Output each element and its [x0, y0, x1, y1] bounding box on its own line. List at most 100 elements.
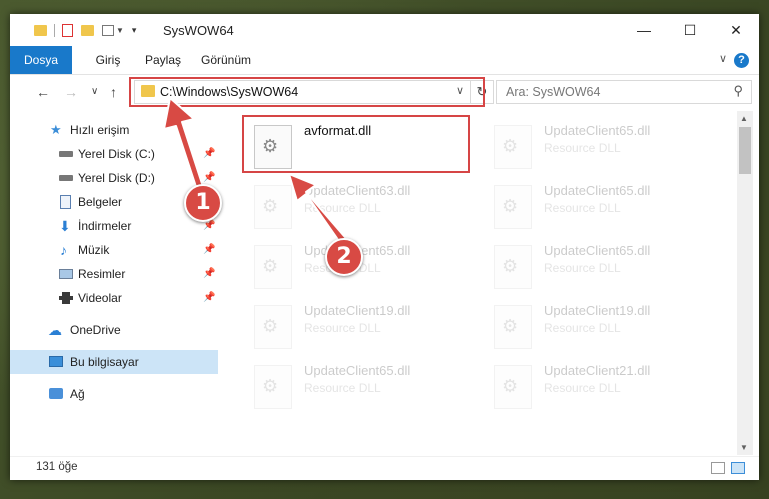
- file-item[interactable]: UpdateClient19.dll Resource DLL: [242, 297, 472, 357]
- file-item[interactable]: UpdateClient65.dll Resource DLL: [482, 237, 712, 297]
- tab-home[interactable]: Giriş: [90, 50, 126, 70]
- dll-file-icon: [494, 185, 532, 229]
- back-button[interactable]: ←: [36, 84, 50, 100]
- file-item[interactable]: UpdateClient65.dll Resource DLL: [482, 177, 712, 237]
- sidebar-item-label: Videolar: [78, 291, 122, 305]
- scrollbar-thumb[interactable]: [739, 127, 751, 174]
- pin-icon[interactable]: 📌: [203, 286, 215, 310]
- sidebar-item-music[interactable]: ♪ Müzik 📌: [10, 238, 218, 262]
- sidebar-item-onedrive[interactable]: ☁ OneDrive: [10, 318, 218, 342]
- large-icons-view-icon[interactable]: [731, 462, 745, 474]
- file-type: Resource DLL: [304, 201, 381, 215]
- sidebar-item-downloads[interactable]: ⬇ İndirmeler 📌: [10, 214, 218, 238]
- dll-file-icon: [254, 185, 292, 229]
- address-highlight-box: [129, 77, 485, 107]
- onedrive-icon: ☁: [48, 322, 62, 338]
- file-item[interactable]: UpdateClient63.dll Resource DLL: [242, 177, 472, 237]
- customize-qa-icon[interactable]: ▾: [132, 25, 137, 36]
- search-box[interactable]: Ara: SysWOW64 ⚲: [496, 80, 752, 104]
- sidebar-item-label: OneDrive: [70, 323, 121, 337]
- drive-icon: [59, 175, 73, 181]
- properties-icon[interactable]: [62, 23, 73, 37]
- scroll-up-arrow-icon[interactable]: ▲: [740, 114, 748, 123]
- pictures-icon: [59, 269, 73, 279]
- sidebar-item-label: Yerel Disk (C:): [78, 147, 155, 161]
- sidebar-item-pictures[interactable]: Resimler 📌: [10, 262, 218, 286]
- new-folder-icon[interactable]: [81, 24, 94, 36]
- recent-locations-button[interactable]: ∨: [91, 86, 98, 97]
- step-1-badge: 1: [184, 184, 222, 222]
- sidebar-item-quick-access[interactable]: ★ Hızlı erişim: [10, 118, 218, 142]
- sidebar-item-label: Hızlı erişim: [70, 123, 130, 137]
- file-type: Resource DLL: [544, 381, 621, 395]
- sidebar-item-local-disk-c[interactable]: Yerel Disk (C:) 📌: [10, 142, 218, 166]
- view-icon[interactable]: [102, 24, 114, 36]
- file-name: UpdateClient65.dll: [304, 363, 411, 378]
- vertical-scrollbar[interactable]: ▲ ▼: [737, 111, 753, 455]
- details-view-icon[interactable]: [711, 462, 725, 474]
- search-input[interactable]: Ara: SysWOW64: [506, 85, 600, 99]
- dll-file-icon: [494, 305, 532, 349]
- maximize-button[interactable]: ☐: [667, 14, 713, 46]
- sidebar-item-this-pc[interactable]: Bu bilgisayar: [10, 350, 218, 374]
- folder-icon: [34, 24, 47, 36]
- navigation-bar: ← → ∨ ↑ C:\Windows\SysWOW64 ∨ ↻ Ara: Sys…: [10, 75, 759, 109]
- navigation-pane: ★ Hızlı erişim Yerel Disk (C:) 📌 Yerel D…: [10, 114, 218, 456]
- music-icon: ♪: [60, 242, 67, 258]
- ribbon-expand-icon[interactable]: ∨: [719, 52, 727, 65]
- sidebar-item-label: Bu bilgisayar: [70, 355, 139, 369]
- file-name: UpdateClient65.dll: [544, 123, 651, 138]
- tab-view[interactable]: Görünüm: [199, 50, 253, 70]
- close-button[interactable]: ✕: [713, 14, 759, 46]
- sidebar-item-label: Ağ: [70, 387, 85, 401]
- up-button[interactable]: ↑: [110, 84, 117, 100]
- sidebar-item-videos[interactable]: Videolar 📌: [10, 286, 218, 310]
- file-name: UpdateClient63.dll: [304, 183, 411, 198]
- dll-file-icon: [494, 245, 532, 289]
- dll-file-icon: [494, 125, 532, 169]
- sidebar-item-label: İndirmeler: [78, 219, 132, 233]
- file-name: UpdateClient65.dll: [544, 183, 651, 198]
- sidebar-item-label: Müzik: [78, 243, 110, 257]
- chevron-down-icon[interactable]: ▼: [116, 26, 124, 35]
- file-item[interactable]: UpdateClient65.dll Resource DLL: [242, 357, 472, 417]
- tab-share[interactable]: Paylaş: [142, 50, 184, 70]
- sidebar-item-local-disk-d[interactable]: Yerel Disk (D:) 📌: [10, 166, 218, 190]
- sidebar-item-label: Yerel Disk (D:): [78, 171, 155, 185]
- sidebar-item-network[interactable]: Ağ: [10, 382, 218, 406]
- status-bar: 131 öğe: [10, 456, 759, 480]
- sidebar-item-label: Belgeler: [78, 195, 123, 209]
- step-2-badge: 2: [325, 238, 363, 276]
- quick-access-toolbar: ▼ ▾: [34, 22, 136, 38]
- file-item[interactable]: UpdateClient19.dll Resource DLL: [482, 297, 712, 357]
- window-title: SysWOW64: [163, 23, 234, 38]
- pin-icon[interactable]: 📌: [203, 238, 215, 262]
- item-count: 131 öğe: [36, 461, 78, 473]
- dll-file-icon: [254, 245, 292, 289]
- scroll-down-arrow-icon[interactable]: ▼: [740, 443, 748, 452]
- pin-icon[interactable]: 📌: [203, 262, 215, 286]
- ribbon-tabs: Dosya Giriş Paylaş Görünüm ∨ ?: [10, 46, 759, 75]
- file-name: UpdateClient19.dll: [304, 303, 411, 318]
- file-type: Resource DLL: [304, 381, 381, 395]
- file-name: UpdateClient21.dll: [544, 363, 651, 378]
- help-icon[interactable]: ?: [734, 53, 749, 68]
- documents-icon: [60, 195, 71, 209]
- file-item[interactable]: UpdateClient21.dll Resource DLL: [482, 357, 712, 417]
- star-icon: ★: [50, 122, 62, 137]
- pin-icon[interactable]: 📌: [203, 142, 215, 166]
- drive-icon: [59, 151, 73, 157]
- search-icon: ⚲: [733, 83, 743, 98]
- file-type: Resource DLL: [544, 321, 621, 335]
- file-highlight-box: [242, 115, 470, 173]
- file-list: avformat.dll UpdateClient65.dll Resource…: [232, 111, 736, 455]
- dll-file-icon: [254, 305, 292, 349]
- file-type: Resource DLL: [544, 261, 621, 275]
- dll-file-icon: [494, 365, 532, 409]
- file-item[interactable]: UpdateClient65.dll Resource DLL: [482, 117, 712, 177]
- view-switcher: [711, 462, 745, 474]
- forward-button[interactable]: →: [64, 84, 78, 100]
- minimize-button[interactable]: —: [621, 14, 667, 46]
- file-type: Resource DLL: [544, 141, 621, 155]
- tab-file[interactable]: Dosya: [10, 46, 72, 74]
